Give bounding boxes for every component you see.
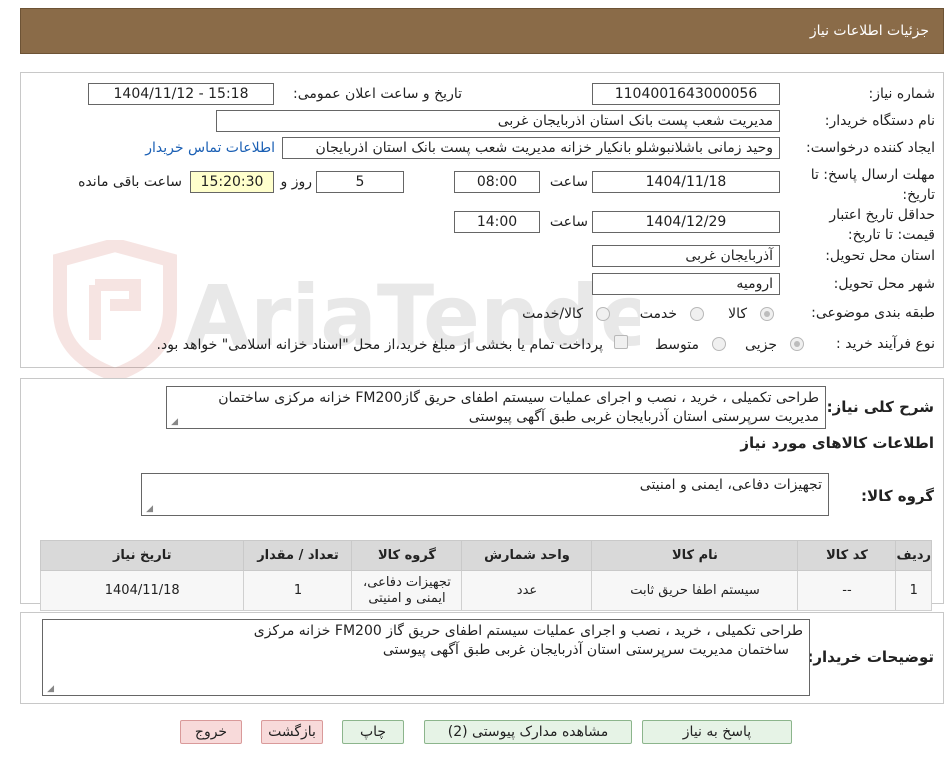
col-code: کد کالا — [797, 540, 897, 571]
exit-button[interactable]: خروج — [180, 720, 242, 744]
goods-info-title: اطلاعات کالاهای مورد نیاز — [740, 434, 934, 452]
cell-date: 1404/11/18 — [39, 570, 245, 611]
summary-label: شرح کلی نیاز: — [826, 398, 934, 416]
price-validity-label: حداقل تاریخ اعتبار قیمت: تا تاریخ: — [829, 207, 935, 243]
col-row: ردیف — [895, 540, 932, 571]
process-option-medium: متوسط — [655, 337, 699, 353]
goods-group-value: تجهیزات دفاعی، ایمنی و امنیتی — [639, 477, 822, 493]
cell-group-line-2: ایمنی و امنیتی — [368, 590, 446, 606]
cell-unit: عدد — [461, 570, 593, 611]
process-option-minor: جزیی — [745, 337, 777, 353]
reply-days-label: روز و — [280, 174, 313, 190]
resize-grip-icon[interactable]: ◢ — [46, 685, 54, 694]
page-header: جزئیات اطلاعات نیاز — [20, 8, 944, 54]
buyer-notes-line-2: ساختمان مدیریت سرپرستی استان آذربایجان غ… — [382, 642, 789, 658]
category-radio-goods-service[interactable] — [596, 307, 610, 321]
buyer-org-label: نام دستگاه خریدار: — [824, 113, 935, 129]
reply-deadline-date: 1404/11/18 — [592, 171, 780, 193]
treasury-checkbox[interactable] — [614, 335, 628, 349]
cell-group-line-1: تجهیزات دفاعی، — [363, 574, 451, 590]
summary-line-2: مدیریت سرپرستی استان آذربایجان غربی طبق … — [468, 409, 819, 425]
province-value: آذربایجان غربی — [592, 245, 780, 267]
back-button[interactable]: بازگشت — [261, 720, 323, 744]
buyer-notes-textarea[interactable]: طراحی تکمیلی ، خرید ، نصب و اجرای عملیات… — [42, 619, 810, 696]
cell-group: تجهیزات دفاعی، ایمنی و امنیتی — [351, 570, 463, 611]
creator-label: ایجاد کننده درخواست: — [806, 140, 935, 156]
cell-name: سیستم اطفا حریق ثابت — [591, 570, 799, 611]
category-option-service: خدمت — [639, 306, 677, 322]
purchase-process-label: نوع فرآیند خرید : — [836, 336, 935, 352]
col-name: نام کالا — [591, 540, 799, 571]
category-option-goods-service: کالا/خدمت — [522, 306, 583, 322]
process-radio-medium[interactable] — [712, 337, 726, 351]
reply-deadline-time-label: ساعت — [549, 174, 588, 190]
buyer-notes-line-1: طراحی تکمیلی ، خرید ، نصب و اجرای عملیات… — [253, 623, 803, 639]
page-title: جزئیات اطلاعات نیاز — [809, 23, 929, 39]
col-unit: واحد شمارش — [461, 540, 593, 571]
goods-group-textarea[interactable]: تجهیزات دفاعی، ایمنی و امنیتی ◢ — [141, 473, 829, 516]
col-qty: تعداد / مقدار — [243, 540, 353, 571]
category-label: طبقه بندی موضوعی: — [811, 305, 935, 321]
category-radio-goods[interactable] — [760, 307, 774, 321]
goods-group-label: گروه کالا: — [861, 487, 934, 505]
buyer-org-value: مدیریت شعب پست بانک استان اذربایجان غربی — [216, 110, 780, 132]
buyer-notes-label: توضیحات خریدار: — [807, 648, 934, 666]
view-attachments-button[interactable]: مشاهده مدارک پیوستی (2) — [424, 720, 632, 744]
cell-qty: 1 — [243, 570, 353, 611]
resize-grip-icon[interactable]: ◢ — [170, 418, 178, 427]
goods-table: ردیف کد کالا نام کالا واحد شمارش گروه کا… — [39, 540, 932, 611]
remaining-time-value: 15:20:30 — [190, 171, 274, 193]
price-validity-time-label: ساعت — [549, 214, 588, 230]
category-option-goods: کالا — [728, 306, 747, 322]
category-radio-service[interactable] — [690, 307, 704, 321]
city-label: شهر محل تحویل: — [833, 276, 935, 292]
buyer-contact-link[interactable]: اطلاعات تماس خریدار — [145, 140, 275, 156]
reply-deadline-label: مهلت ارسال پاسخ: تا تاریخ: — [810, 167, 935, 203]
need-number-value: 1104001643000056 — [592, 83, 780, 105]
col-group: گروه کالا — [351, 540, 463, 571]
price-validity-date: 1404/12/29 — [592, 211, 780, 233]
goods-table-header: ردیف کد کالا نام کالا واحد شمارش گروه کا… — [39, 540, 932, 571]
print-button[interactable]: چاپ — [342, 720, 404, 744]
cell-row: 1 — [895, 570, 932, 611]
table-row: 1 -- سیستم اطفا حریق ثابت عدد تجهیزات دف… — [39, 570, 932, 611]
announce-datetime-value: 1404/11/12 - 15:18 — [88, 83, 274, 105]
city-value: ارومیه — [592, 273, 780, 295]
reply-days-value: 5 — [316, 171, 404, 193]
creator-value: وحید زمانی باشلانبوشلو بانکیار خزانه مدی… — [282, 137, 780, 159]
need-number-label: شماره نیاز: — [868, 86, 936, 102]
price-validity-time: 14:00 — [454, 211, 540, 233]
province-label: استان محل تحویل: — [825, 248, 935, 264]
summary-line-1: طراحی تکمیلی ، خرید ، نصب و اجرای عملیات… — [218, 390, 819, 406]
process-radio-minor[interactable] — [790, 337, 804, 351]
col-date: تاریخ نیاز — [39, 540, 245, 571]
reply-deadline-time: 08:00 — [454, 171, 540, 193]
summary-textarea[interactable]: طراحی تکمیلی ، خرید ، نصب و اجرای عملیات… — [166, 386, 826, 429]
remaining-time-label: ساعت باقی مانده — [78, 174, 182, 190]
cell-code: -- — [797, 570, 897, 611]
announce-datetime-label: تاریخ و ساعت اعلان عمومی: — [293, 86, 462, 102]
resize-grip-icon[interactable]: ◢ — [145, 505, 153, 514]
reply-button[interactable]: پاسخ به نیاز — [642, 720, 792, 744]
treasury-note: پرداخت تمام یا بخشی از مبلغ خرید،از محل … — [156, 337, 603, 353]
